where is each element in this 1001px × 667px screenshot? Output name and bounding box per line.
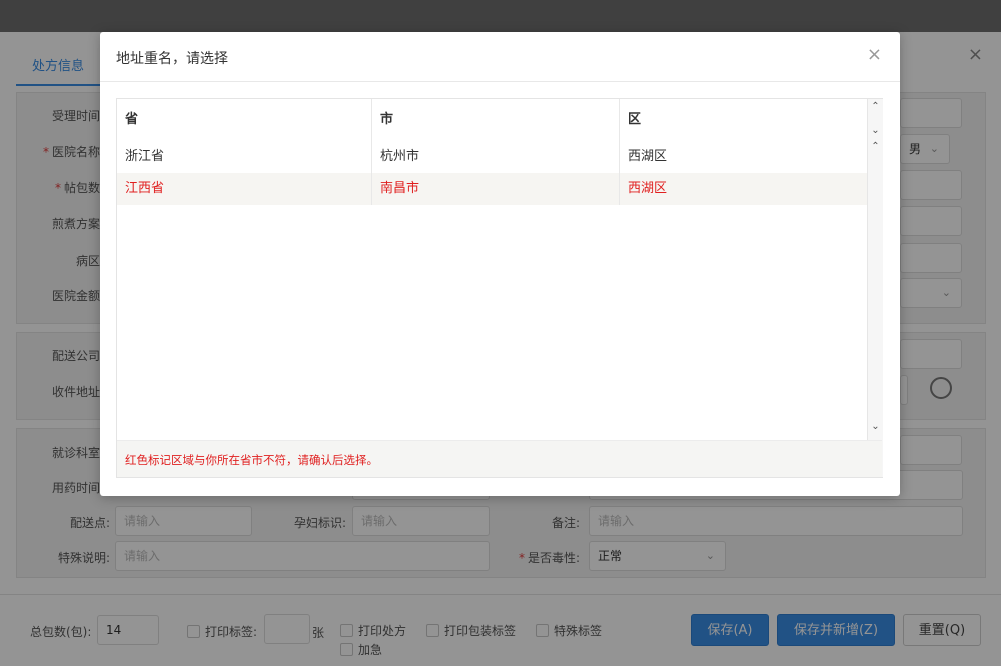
warning-note: 红色标记区域与你所在省市不符，请确认后选择。 <box>125 453 378 467</box>
province-cell: 浙江省 <box>117 141 372 173</box>
column-header-district: 区 <box>628 112 642 127</box>
district-cell: 西湖区 <box>628 149 668 164</box>
grid-header-row: 省 市 区 <box>117 99 867 141</box>
address-grid: 省 市 区 浙江省 杭州市 西湖区 江西省 南昌市 西湖区 ⌃ ⌄ ⌃ ⌄ 红色… <box>116 98 883 478</box>
scroll-down-icon[interactable]: ⌄ <box>868 421 883 432</box>
column-header-province: 省 <box>117 99 372 141</box>
city-cell: 杭州市 <box>372 141 620 173</box>
grid-footer: 红色标记区域与你所在省市不符，请确认后选择。 <box>117 440 882 477</box>
dialog-title: 地址重名，请选择 <box>116 51 228 67</box>
city-cell: 南昌市 <box>372 173 620 205</box>
address-duplicate-dialog: 地址重名，请选择 × 省 市 区 浙江省 杭州市 西湖区 江西省 南昌市 西湖区… <box>100 32 900 496</box>
table-row-highlighted[interactable]: 江西省 南昌市 西湖区 <box>117 173 867 205</box>
scroll-down-icon[interactable]: ⌄ <box>868 125 883 136</box>
district-cell: 西湖区 <box>628 181 668 196</box>
scroll-up-icon[interactable]: ⌃ <box>868 101 883 112</box>
dialog-divider <box>100 81 900 82</box>
vertical-scrollbar[interactable]: ⌃ ⌄ ⌃ ⌄ <box>867 99 883 477</box>
scroll-up-icon[interactable]: ⌃ <box>868 141 883 152</box>
close-icon[interactable]: × <box>867 44 882 65</box>
grid-body: 省 市 区 浙江省 杭州市 西湖区 江西省 南昌市 西湖区 <box>117 99 867 473</box>
column-header-city: 市 <box>372 99 620 141</box>
province-cell: 江西省 <box>117 173 372 205</box>
table-row[interactable]: 浙江省 杭州市 西湖区 <box>117 141 867 173</box>
